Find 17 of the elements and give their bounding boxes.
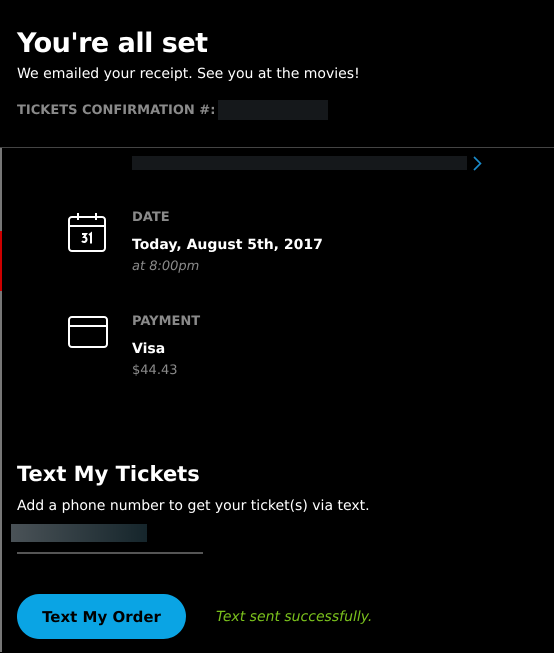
detail-note: at 8:00pm <box>132 259 200 274</box>
detail-value: Visa <box>132 341 166 357</box>
success-message: Text sent successfully. <box>216 608 372 624</box>
section-description: Add a phone number to get your ticket(s) via text. <box>17 498 371 514</box>
chevron-icon[interactable] <box>473 156 482 170</box>
section-title: Text My Tickets <box>17 462 201 486</box>
detail-label: DATE <box>132 210 171 225</box>
page-title: You're all set <box>17 27 209 61</box>
detail-label: PAYMENT <box>132 314 200 329</box>
text-order-button[interactable]: Text My Order <box>17 594 186 639</box>
detail-value: Today, August 5th, 2017 <box>132 237 323 253</box>
detail-note: $44.43 <box>132 363 178 378</box>
receipt-message: We emailed your receipt. See you at the movies! <box>17 66 361 82</box>
credit-card-icon <box>68 316 108 348</box>
confirmation-label: TICKETS CONFIRMATION #: <box>17 102 216 118</box>
calendar-icon <box>68 212 106 252</box>
phone-field[interactable] <box>11 524 203 554</box>
